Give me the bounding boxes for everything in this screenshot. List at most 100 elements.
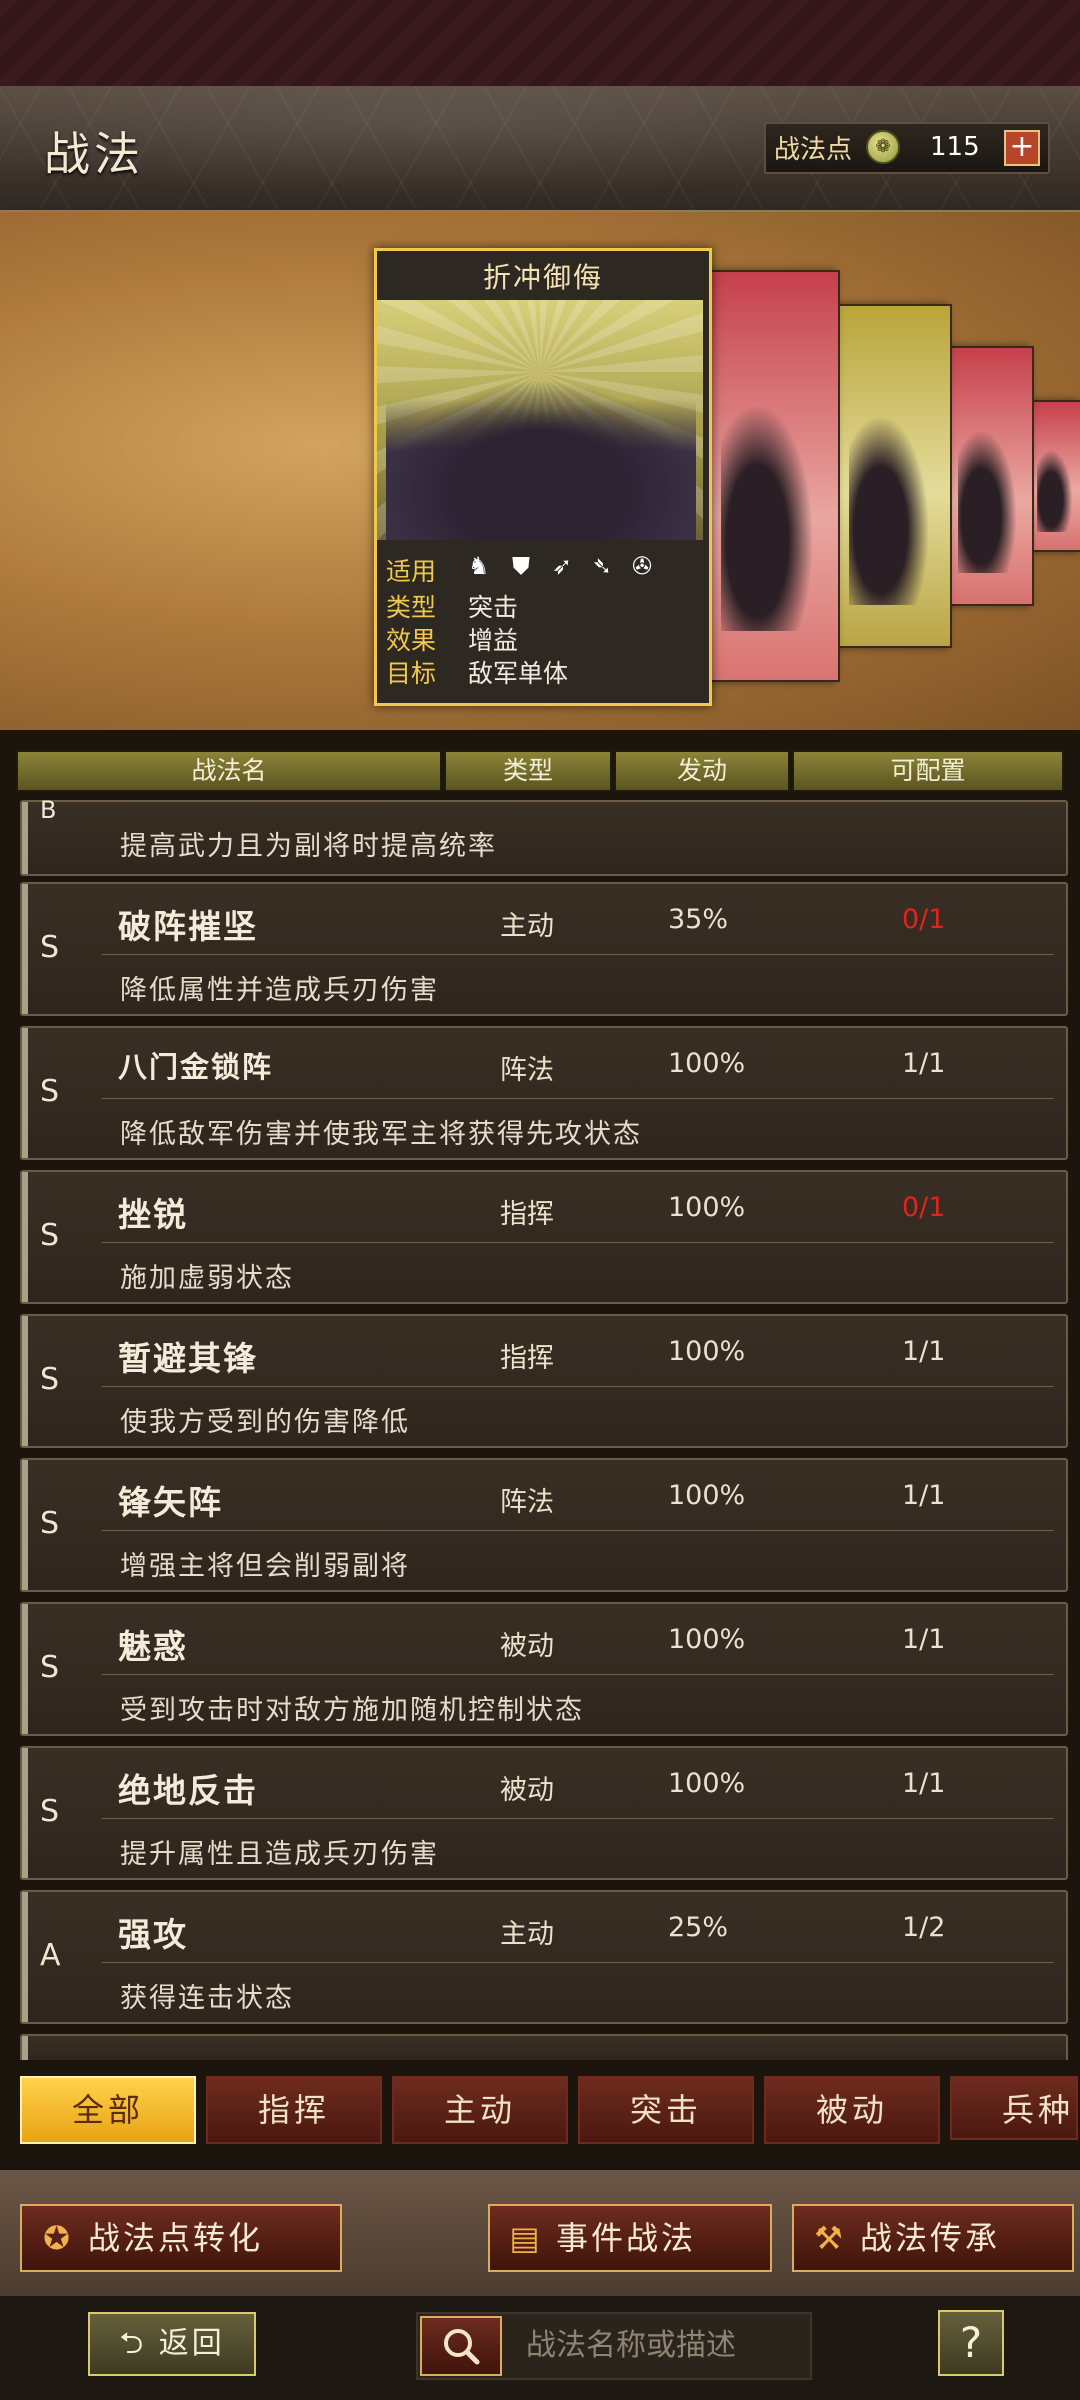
row-name: 强攻 xyxy=(118,1915,188,1954)
tactic-points-label: 战法点 xyxy=(774,135,853,165)
row-type: 指挥 xyxy=(500,1343,554,1374)
row-grade: S xyxy=(40,1218,60,1253)
table-row[interactable]: S 锋矢阵 阵法 100% 1/1 增强主将但会削弱副将 xyxy=(20,1458,1068,1592)
convert-points-label: 战法点转化 xyxy=(88,2219,264,2257)
table-row[interactable]: A 强攻 主动 25% 1/2 获得连击状态 xyxy=(20,1890,1068,2024)
row-grade: A xyxy=(40,1938,61,1973)
type-label: 类型 xyxy=(386,593,437,622)
event-tactic-button[interactable]: ▤ 事件战法 xyxy=(488,2204,772,2272)
row-rate: 25% xyxy=(668,1912,729,1943)
inherit-tactic-label: 战法传承 xyxy=(860,2219,1001,2257)
tactic-points-value: 115 xyxy=(930,132,980,162)
tab-passive[interactable]: 被动 xyxy=(764,2076,940,2144)
row-config: 1/2 xyxy=(902,1912,946,1943)
row-name: 魅惑 xyxy=(118,1627,188,1666)
row-rate: 100% xyxy=(668,1192,746,1223)
inherit-tactic-button[interactable]: ⚒ 战法传承 xyxy=(792,2204,1074,2272)
help-button[interactable]: ? xyxy=(938,2310,1004,2376)
row-name: 挫锐 xyxy=(118,1195,188,1234)
row-rate: 35% xyxy=(668,904,729,935)
row-type: 被动 xyxy=(500,1631,554,1662)
row-config: 1/1 xyxy=(902,1336,946,1367)
row-type: 主动 xyxy=(500,911,554,942)
row-name: 破阵摧坚 xyxy=(118,907,258,946)
add-points-button[interactable]: + xyxy=(1004,130,1040,166)
column-header-type[interactable]: 类型 xyxy=(444,750,612,792)
row-config: 1/1 xyxy=(902,1624,946,1655)
row-grade: S xyxy=(40,1794,60,1829)
table-row[interactable]: S 绝地反击 被动 100% 1/1 提升属性且造成兵刃伤害 xyxy=(20,1746,1068,1880)
effect-label: 效果 xyxy=(386,626,437,655)
tab-command[interactable]: 指挥 xyxy=(206,2076,382,2144)
cavalry-icon: ♞ xyxy=(468,552,490,580)
search-button[interactable] xyxy=(420,2316,502,2376)
tactic-card-preview[interactable] xyxy=(948,346,1034,606)
table-row[interactable]: S 八门金锁阵 阵法 100% 1/1 降低敌军伤害并使我军主将获得先攻状态 xyxy=(20,1026,1068,1160)
row-type: 阵法 xyxy=(500,1055,554,1086)
row-config: 0/1 xyxy=(902,1192,946,1223)
fire-coin-icon: ✪ xyxy=(43,2219,73,2257)
table-row[interactable]: B 提高武力且为副将时提高统率 xyxy=(20,796,1068,876)
row-rate: 100% xyxy=(668,1480,746,1511)
target-label: 目标 xyxy=(386,659,437,688)
tactic-card-preview[interactable] xyxy=(706,270,840,682)
back-label: 返回 xyxy=(158,2326,225,2361)
table-row[interactable]: S 暂避其锋 指挥 100% 1/1 使我方受到的伤害降低 xyxy=(20,1314,1068,1448)
row-type: 阵法 xyxy=(500,1487,554,1518)
row-description: 增强主将但会削弱副将 xyxy=(120,1551,410,1582)
row-config: 1/1 xyxy=(902,1048,946,1079)
row-grade: S xyxy=(40,1362,60,1397)
column-header-config[interactable]: 可配置 xyxy=(792,750,1064,792)
event-tactic-label: 事件战法 xyxy=(556,2219,697,2257)
scroll-icon: ▤ xyxy=(509,2219,543,2257)
row-rate: 100% xyxy=(668,1048,746,1079)
row-description: 使我方受到的伤害降低 xyxy=(120,1407,410,1438)
row-type: 被动 xyxy=(500,1775,554,1806)
row-name: 绝地反击 xyxy=(118,1771,258,1810)
column-header-name[interactable]: 战法名 xyxy=(16,750,442,792)
row-name: 暂避其锋 xyxy=(118,1339,258,1378)
page-title: 战法 xyxy=(44,127,144,181)
applicable-label: 适用 xyxy=(386,557,437,586)
table-row[interactable]: S 挫锐 指挥 100% 0/1 施加虚弱状态 xyxy=(20,1170,1068,1304)
column-header-rate[interactable]: 发动 xyxy=(614,750,790,792)
row-rate: 100% xyxy=(668,1624,746,1655)
points-coin-icon: ❁ xyxy=(866,130,900,164)
convert-points-button[interactable]: ✪ 战法点转化 xyxy=(20,2204,342,2272)
row-config: 0/1 xyxy=(902,904,946,935)
row-rate: 100% xyxy=(668,1336,746,1367)
row-grade: S xyxy=(40,1650,60,1685)
row-description: 提升属性且造成兵刃伤害 xyxy=(120,1839,439,1870)
table-row[interactable]: S 魅惑 被动 100% 1/1 受到攻击时对敌方施加随机控制状态 xyxy=(20,1602,1068,1736)
tab-assault[interactable]: 突击 xyxy=(578,2076,754,2144)
row-name: 锋矢阵 xyxy=(118,1483,223,1522)
row-config: 1/1 xyxy=(902,1480,946,1511)
tab-all[interactable]: 全部 xyxy=(20,2076,196,2144)
tab-active[interactable]: 主动 xyxy=(392,2076,568,2144)
row-grade: S xyxy=(40,1074,60,1109)
row-name: 八门金锁阵 xyxy=(118,1050,274,1084)
row-type: 指挥 xyxy=(500,1199,554,1230)
row-description: 提高武力且为副将时提高统率 xyxy=(120,831,497,862)
row-description: 受到攻击时对敌方施加随机控制状态 xyxy=(120,1695,584,1726)
effect-value: 增益 xyxy=(468,626,519,655)
back-button[interactable]: ⮌ 返回 xyxy=(88,2312,256,2376)
search-icon xyxy=(444,2329,480,2365)
shield-icon: ⛊ xyxy=(512,552,530,580)
spear-icon: ➴ xyxy=(592,552,613,580)
row-description: 降低敌军伤害并使我军主将获得先攻状态 xyxy=(120,1119,642,1150)
row-config: 1/1 xyxy=(902,1768,946,1799)
type-value: 突击 xyxy=(468,593,519,622)
row-description: 降低属性并造成兵刃伤害 xyxy=(120,975,439,1006)
search-input[interactable] xyxy=(524,2316,798,2374)
tactic-card-preview[interactable] xyxy=(836,304,952,648)
table-row[interactable]: S 破阵摧坚 主动 35% 0/1 降低属性并造成兵刃伤害 xyxy=(20,882,1068,1016)
row-grade: B xyxy=(40,796,57,824)
back-arrow-icon: ⮌ xyxy=(119,2326,159,2361)
wheel-icon: ✇ xyxy=(632,552,653,580)
status-strip xyxy=(0,0,1080,86)
featured-tactic-name: 折冲御侮 xyxy=(482,261,603,294)
row-rate: 100% xyxy=(668,1768,746,1799)
tactic-card-preview[interactable] xyxy=(1030,400,1080,552)
tab-troop[interactable]: 兵种 xyxy=(950,2076,1078,2140)
